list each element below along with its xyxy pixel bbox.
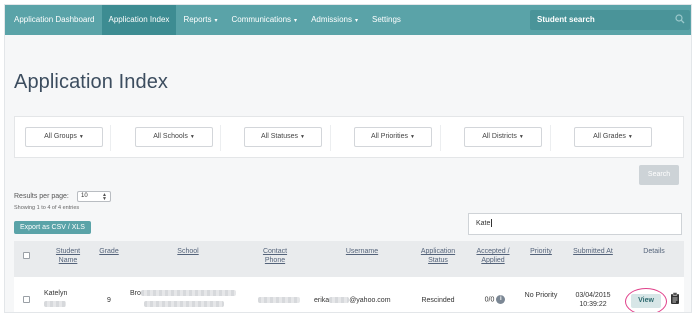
text-cursor <box>491 219 492 228</box>
redacted-username <box>329 297 350 304</box>
caret-down-icon: ▼ <box>410 134 415 140</box>
grade-cell: 9 <box>107 297 111 304</box>
row-checkbox[interactable] <box>23 296 30 303</box>
filter-priorities-dropdown[interactable]: All Priorities ▼ <box>354 127 432 147</box>
caret-down-icon: ▾ <box>214 18 218 24</box>
filter-label: All Priorities <box>371 133 408 140</box>
caret-down-icon: ▼ <box>518 134 524 140</box>
username-prefix: erika <box>314 297 330 304</box>
filter-statuses-dropdown[interactable]: All Statuses ▼ <box>244 127 322 147</box>
divider <box>110 125 111 151</box>
header-school[interactable]: School <box>164 247 212 256</box>
nav-application-index[interactable]: Application Index <box>101 5 177 35</box>
header-accepted-applied[interactable]: Accepted / Applied <box>467 247 519 265</box>
search-icon[interactable] <box>675 14 685 24</box>
table-row: Katelyn 9 Bro erika @yahoo.com Rescinded … <box>14 277 684 312</box>
search-button[interactable]: Search <box>639 165 679 185</box>
select-all-checkbox[interactable] <box>23 252 30 259</box>
divider <box>330 125 331 151</box>
student-first-name: Katelyn <box>44 290 68 297</box>
redacted-last-name <box>44 301 66 307</box>
results-per-page-value: 10 <box>81 193 88 199</box>
header-submitted-at[interactable]: Submitted At <box>566 247 620 256</box>
redacted-school-line2 <box>144 301 224 307</box>
nav-label: Communications <box>231 15 292 24</box>
entries-info: Showing 1 to 4 of 4 entries <box>14 205 80 211</box>
nav-label: Admissions <box>311 15 352 24</box>
nav-label: Application Dashboard <box>14 15 95 24</box>
filter-label: All Statuses <box>261 133 298 140</box>
nav-communications[interactable]: Communications ▾ <box>224 5 304 35</box>
nav-admissions[interactable]: Admissions ▾ <box>304 5 365 35</box>
priority-cell: No Priority <box>524 292 558 299</box>
username-suffix: @yahoo.com <box>349 297 391 304</box>
submitted-time: 10:39:22 <box>579 301 607 308</box>
page-title: Application Index <box>14 71 169 93</box>
student-search-input[interactable] <box>530 10 690 30</box>
clipboard-icon[interactable] <box>670 292 680 304</box>
header-grade[interactable]: Grade <box>94 247 124 256</box>
header-application-status[interactable]: Application Status <box>416 247 460 265</box>
applications-table: Student Name Grade School Contact Phone … <box>14 241 684 312</box>
updown-arrows-icon: ▲ ▼ <box>102 192 107 202</box>
caret-down-icon: ▾ <box>294 18 298 24</box>
header-details: Details <box>643 248 665 255</box>
caret-down-icon: ▼ <box>627 134 633 140</box>
school-cell: Bro <box>130 289 248 307</box>
divider <box>220 125 221 151</box>
header-priority[interactable]: Priority <box>523 247 559 256</box>
submitted-date: 03/04/2015 <box>575 292 611 299</box>
caret-down-icon: ▼ <box>300 134 305 140</box>
caret-down-icon: ▼ <box>189 134 195 140</box>
nav-label: Application Index <box>108 15 170 24</box>
results-per-page-label: Results per page: <box>14 193 69 200</box>
filter-groups-dropdown[interactable]: All Groups ▼ <box>25 127 103 147</box>
filter-grades-dropdown[interactable]: All Grades ▼ <box>574 127 652 147</box>
results-per-page-select[interactable]: 10 ▲ ▼ <box>77 191 111 202</box>
top-navbar: Application Dashboard Application Index … <box>5 5 691 35</box>
nav-label: Reports <box>183 15 212 24</box>
filter-label: All Grades <box>593 133 626 140</box>
info-icon[interactable]: i <box>496 295 506 304</box>
filter-input-value: Kate <box>476 220 491 227</box>
filter-schools-dropdown[interactable]: All Schools ▼ <box>135 127 213 147</box>
app-frame: Application Dashboard Application Index … <box>4 4 692 313</box>
view-button[interactable]: View <box>631 294 661 308</box>
filter-label: All Schools <box>153 133 188 140</box>
table-filter-input[interactable]: Kate <box>468 213 682 235</box>
export-csv-button[interactable]: Export as CSV / XLS <box>14 221 91 234</box>
nav-application-dashboard[interactable]: Application Dashboard <box>5 5 102 35</box>
filter-label: All Groups <box>44 133 77 140</box>
redacted-school <box>140 290 236 297</box>
username-cell: erika @yahoo.com <box>314 296 414 305</box>
student-name-cell: Katelyn <box>44 289 84 307</box>
submitted-at-cell: 03/04/2015 10:39:22 <box>566 291 620 309</box>
redacted-phone <box>258 297 300 304</box>
school-prefix: Bro <box>130 290 141 297</box>
caret-down-icon: ▼ <box>78 134 84 140</box>
accepted-applied-value: 0/0 <box>484 296 495 304</box>
header-student-name[interactable]: Student Name <box>48 247 88 265</box>
accepted-applied-cell: 0/0 i <box>480 295 510 304</box>
application-status-cell: Rescinded <box>421 297 455 304</box>
filter-label: All Districts <box>482 133 517 140</box>
header-username[interactable]: Username <box>335 247 389 256</box>
divider <box>550 125 551 151</box>
nav-label: Settings <box>371 15 401 24</box>
caret-down-icon: ▾ <box>354 18 358 24</box>
header-contact-phone[interactable]: Contact Phone <box>257 247 293 265</box>
divider <box>440 125 441 151</box>
nav-settings[interactable]: Settings <box>365 5 408 35</box>
filter-districts-dropdown[interactable]: All Districts ▼ <box>464 127 542 147</box>
nav-reports[interactable]: Reports ▾ <box>176 5 224 35</box>
table-header: Student Name Grade School Contact Phone … <box>14 241 684 277</box>
filter-panel: All Groups ▼ All Schools ▼ All Statuses ▼ A… <box>14 116 684 158</box>
contact-phone-cell <box>256 296 302 305</box>
